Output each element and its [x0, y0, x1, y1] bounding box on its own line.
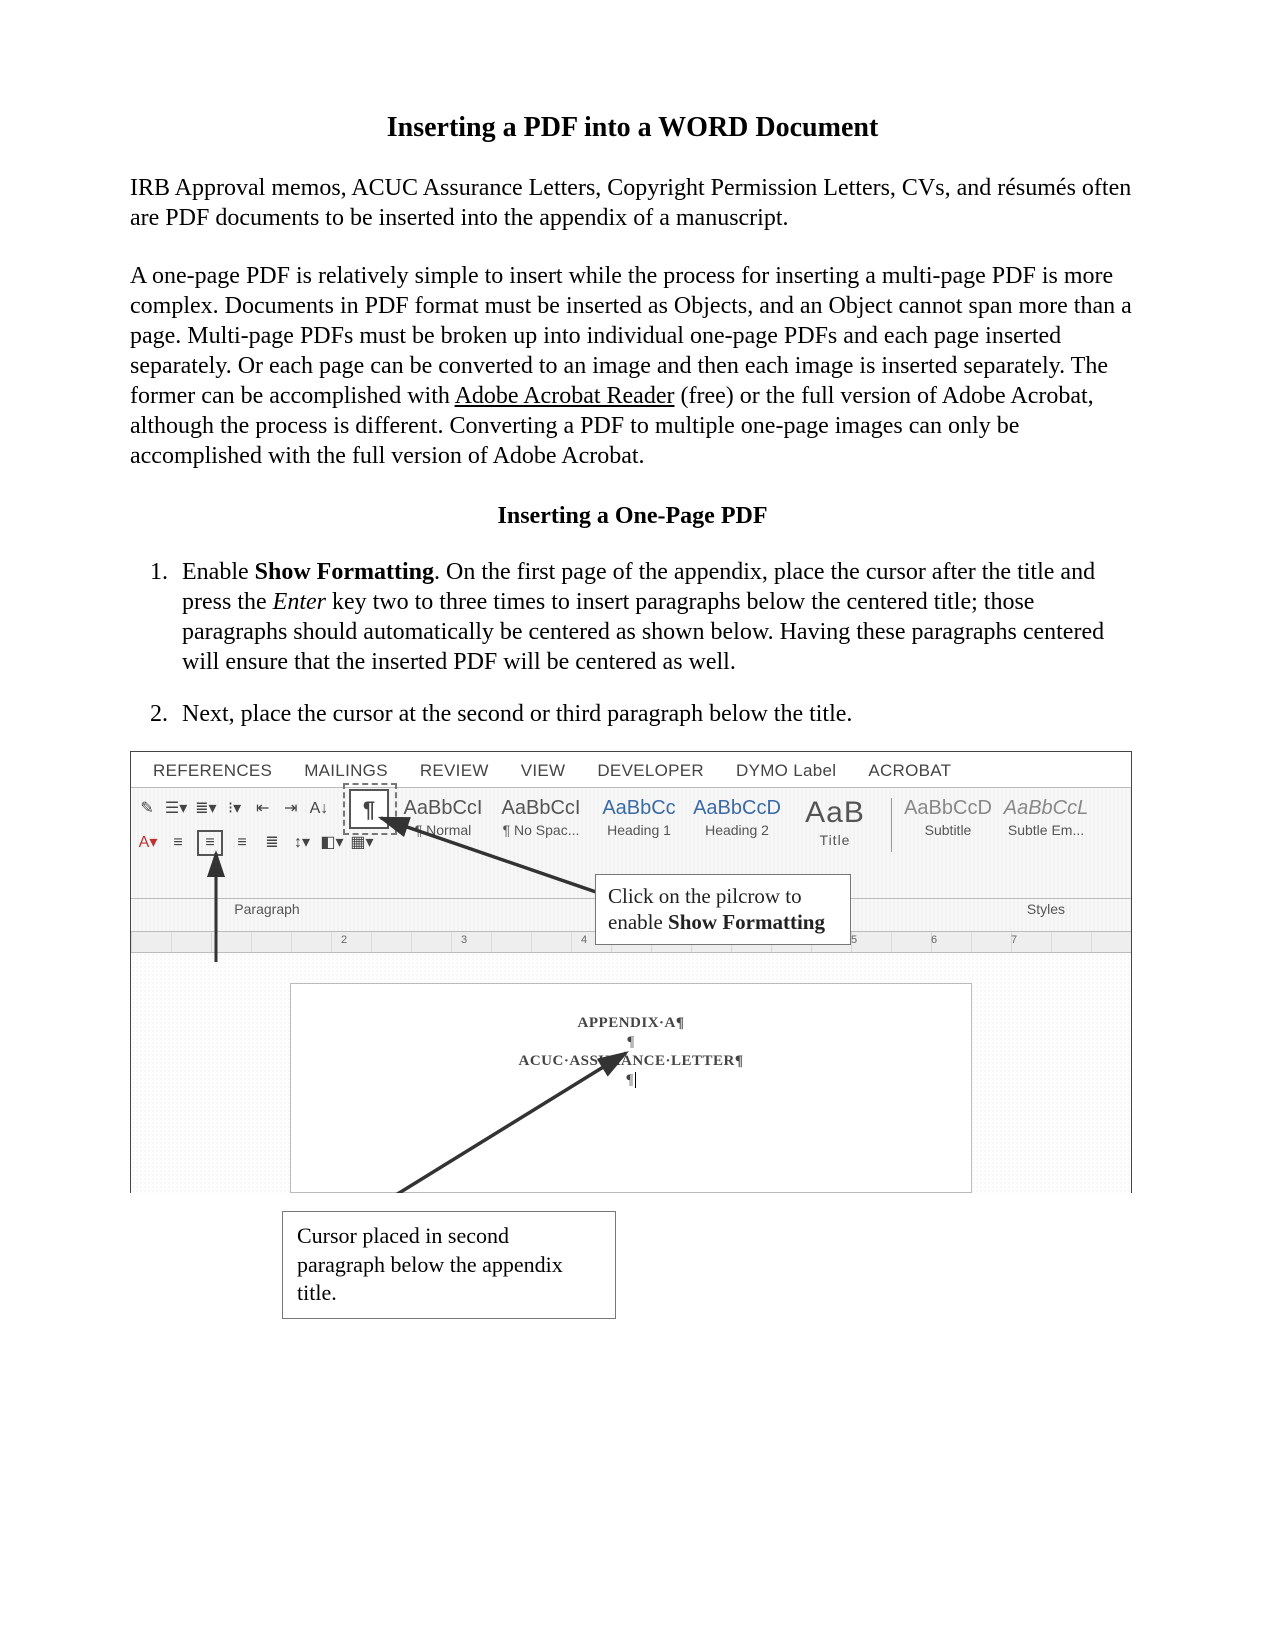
section-heading: Inserting a One-Page PDF: [130, 501, 1135, 531]
callout2-container: Cursor placed in second paragraph below …: [130, 1193, 1130, 1303]
blank-para-2: ¶: [311, 1071, 951, 1090]
appendix-line: APPENDIX·A¶: [311, 1014, 951, 1033]
font-color-icon[interactable]: A▾: [137, 832, 159, 854]
tab-developer[interactable]: DEVELOPER: [597, 760, 704, 781]
increase-indent-icon[interactable]: ⇥: [281, 798, 301, 820]
acuc-line: ACUC·ASSURANCE·LETTER¶: [311, 1052, 951, 1071]
bullets-icon[interactable]: ☰▾: [165, 798, 187, 820]
intro-paragraph-2: A one-page PDF is relatively simple to i…: [130, 261, 1135, 471]
tab-dymo-label[interactable]: DYMO Label: [736, 760, 836, 781]
numbering-icon[interactable]: ≣▾: [195, 798, 216, 820]
style-subtitle[interactable]: AaBbCcD Subtitle: [902, 798, 994, 840]
line-spacing-icon[interactable]: ↕▾: [291, 832, 313, 854]
adobe-reader-link[interactable]: Adobe Acrobat Reader: [455, 383, 675, 409]
format-painter-icon[interactable]: ✎: [137, 798, 157, 820]
style-subtle-em[interactable]: AaBbCcL Subtle Em...: [1000, 798, 1092, 840]
tab-acrobat[interactable]: ACROBAT: [868, 760, 951, 781]
sort-icon[interactable]: A↓: [309, 798, 329, 820]
document-page: Inserting a PDF into a WORD Document IRB…: [0, 0, 1275, 1650]
tab-mailings[interactable]: MAILINGS: [304, 760, 388, 781]
decrease-indent-icon[interactable]: ⇤: [253, 798, 273, 820]
shading-icon[interactable]: ◧▾: [321, 832, 343, 854]
style-separator: [891, 798, 892, 852]
tab-view[interactable]: VIEW: [521, 760, 566, 781]
borders-icon[interactable]: ▦▾: [351, 832, 373, 854]
group-label-paragraph: Paragraph: [137, 899, 397, 919]
pilcrow-button[interactable]: ¶: [349, 789, 389, 829]
style-heading2[interactable]: AaBbCcD Heading 2: [691, 798, 783, 840]
tab-review[interactable]: REVIEW: [420, 760, 489, 781]
blank-para-1: ¶: [311, 1033, 951, 1052]
numbered-steps: Enable Show Formatting. On the first pag…: [130, 557, 1135, 729]
tab-references[interactable]: REFERENCES: [153, 760, 272, 781]
style-title[interactable]: AaB Title: [789, 798, 881, 850]
justify-icon[interactable]: ≣: [261, 832, 283, 854]
callout-pilcrow: Click on the pilcrow to enable Show Form…: [595, 874, 851, 945]
align-right-icon[interactable]: ≡: [231, 832, 253, 854]
paragraph-group: ✎ ☰▾ ≣▾ ⁝▾ ⇤ ⇥ A↓ ¶ A▾ ≡ ≡ ≡ ≣: [137, 794, 397, 894]
intro-paragraph-1: IRB Approval memos, ACUC Assurance Lette…: [130, 173, 1135, 233]
word-screenshot: REFERENCES MAILINGS REVIEW VIEW DEVELOPE…: [130, 751, 1132, 1193]
show-formatting-label: Show Formatting: [255, 559, 434, 585]
step-2: Next, place the cursor at the second or …: [174, 699, 1135, 729]
callout-cursor: Cursor placed in second paragraph below …: [282, 1211, 616, 1319]
text-cursor: [635, 1072, 636, 1088]
document-area: APPENDIX·A¶ ¶ ACUC·ASSURANCE·LETTER¶ ¶: [131, 953, 1131, 1193]
align-center-icon[interactable]: ≡: [197, 830, 223, 856]
enter-key-label: Enter: [273, 589, 326, 615]
style-heading1[interactable]: AaBbCc Heading 1: [593, 798, 685, 840]
style-no-spacing[interactable]: AaBbCcI ¶ No Spac...: [495, 798, 587, 840]
ribbon-tabs: REFERENCES MAILINGS REVIEW VIEW DEVELOPE…: [131, 752, 1131, 788]
align-left-icon[interactable]: ≡: [167, 832, 189, 854]
step-1: Enable Show Formatting. On the first pag…: [174, 557, 1135, 677]
style-normal[interactable]: AaBbCcI ¶ Normal: [397, 798, 489, 840]
multilevel-icon[interactable]: ⁝▾: [225, 798, 245, 820]
page-title: Inserting a PDF into a WORD Document: [130, 110, 1135, 145]
document-page-preview: APPENDIX·A¶ ¶ ACUC·ASSURANCE·LETTER¶ ¶: [290, 983, 972, 1193]
